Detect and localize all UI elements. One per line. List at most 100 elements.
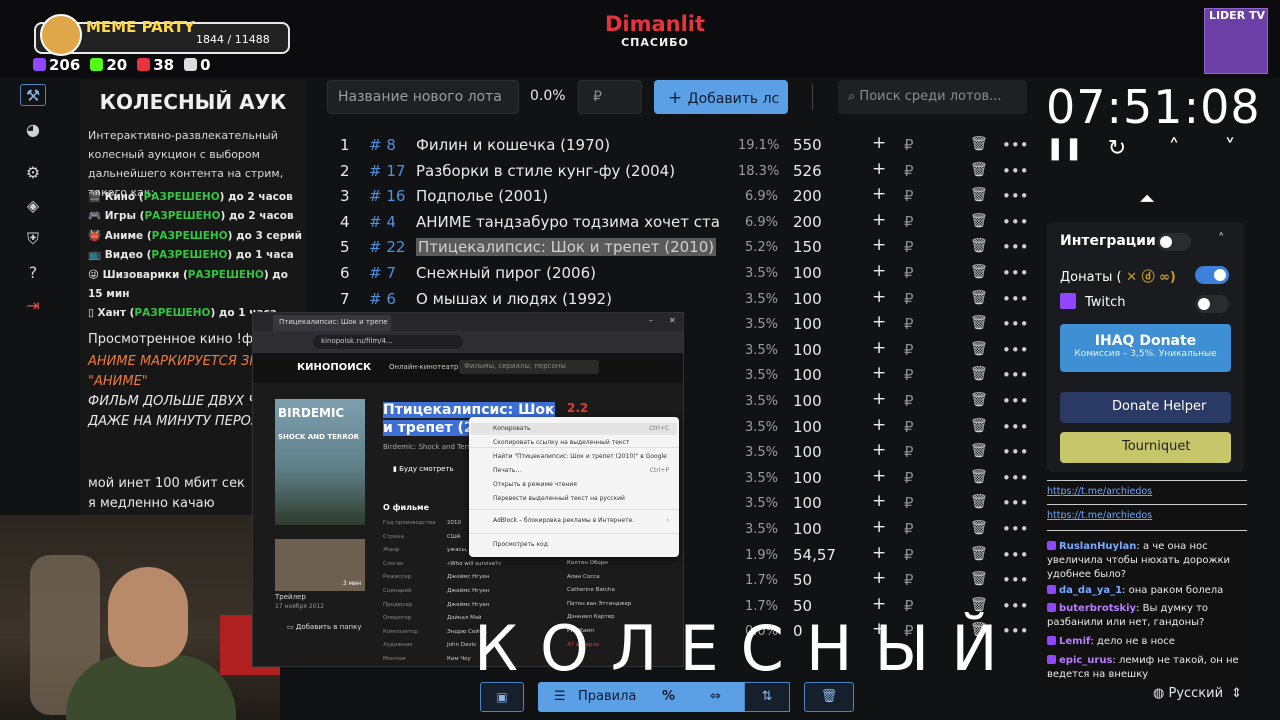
integrations-toggle[interactable] <box>1157 233 1191 251</box>
shield-check-icon[interactable]: ⛨ <box>20 228 46 250</box>
tourniquet-button[interactable]: Tourniquet <box>1060 432 1231 463</box>
ihaq-donate-button[interactable]: IHAQ Donate Комиссия – 3,5%. Уникальные <box>1060 324 1231 372</box>
chat-username[interactable]: Lemif <box>1059 636 1090 647</box>
more-icon[interactable]: ••• <box>1002 520 1029 538</box>
ruble-icon[interactable]: ₽ <box>904 520 914 538</box>
lot-name[interactable]: Подполье (2001) <box>416 187 720 205</box>
address-bar[interactable]: kinopoisk.ru/film/4... <box>313 335 463 349</box>
ruble-icon[interactable]: ₽ <box>904 264 914 282</box>
lot-amount[interactable]: 100 <box>793 290 822 308</box>
more-icon[interactable]: ••• <box>1002 469 1029 487</box>
plus-icon[interactable]: + <box>872 594 886 614</box>
ruble-icon[interactable]: ₽ <box>904 238 914 256</box>
trash-icon[interactable]: 🗑 <box>970 469 988 485</box>
more-icon[interactable]: ••• <box>1002 187 1029 205</box>
more-icon[interactable]: ••• <box>1002 366 1029 384</box>
pause-icon[interactable]: ❚❚ <box>1046 136 1083 166</box>
lot-row[interactable]: 6 # 7 Снежный пирог (2006) 3.5% 100 + ₽ 🗑 ••• <box>326 260 1032 286</box>
plus-icon[interactable]: + <box>872 287 886 307</box>
browser-tab[interactable]: Птицекалипсис: Шок и трепе <box>273 315 391 331</box>
chat-link[interactable]: https://t.me/archiedos <box>1047 510 1152 521</box>
plus-icon[interactable]: + <box>872 338 886 358</box>
context-menu-item[interactable]: Найти "Птицекалипсис: Шок и трепет (2010… <box>493 453 677 460</box>
help-icon[interactable]: ? <box>20 261 46 283</box>
context-menu-item[interactable]: Скопировать ссылку на выделенный текст <box>493 439 677 446</box>
search-input[interactable]: ⌕ Поиск среди лотов... <box>838 80 1027 114</box>
gear-icon[interactable]: ⚙ <box>20 161 46 183</box>
context-menu-item[interactable]: AdBlock – блокировка рекламы в Интернете… <box>493 517 677 524</box>
list-icon[interactable]: ☰ <box>554 689 566 704</box>
lot-amount[interactable]: 100 <box>793 315 822 333</box>
close-icon[interactable]: ✕ <box>669 316 676 325</box>
chat-username[interactable]: epic_urus <box>1059 655 1112 666</box>
lot-amount[interactable]: 150 <box>793 238 822 256</box>
donate-helper-button[interactable]: Donate Helper <box>1060 392 1231 423</box>
sort-icon[interactable]: ⇅ <box>744 682 790 712</box>
more-icon[interactable]: ••• <box>1002 546 1029 564</box>
ruble-icon[interactable]: ₽ <box>904 290 914 308</box>
plus-icon[interactable]: + <box>872 210 886 230</box>
restart-icon[interactable]: ↻ <box>1102 136 1132 166</box>
lot-amount[interactable]: 200 <box>793 187 822 205</box>
trash-icon[interactable]: 🗑 <box>970 418 988 434</box>
trash-icon[interactable]: 🗑 <box>970 315 988 331</box>
percent-toggle[interactable]: % <box>662 689 675 704</box>
clear-trash-icon[interactable]: 🗑 <box>804 682 854 712</box>
more-icon[interactable]: ••• <box>1002 418 1029 436</box>
more-icon[interactable]: ••• <box>1002 494 1029 512</box>
chevron-up-icon[interactable]: ˄ <box>1218 232 1225 247</box>
plus-icon[interactable]: + <box>872 133 886 153</box>
lot-name[interactable]: АНИМЕ тандзабуро тодзима хочет стать на <box>416 213 720 231</box>
lot-row[interactable]: 7 # 6 О мышах и людях (1992) 3.5% 100 + ₽ 🗑 ••• <box>326 286 1032 312</box>
cast-member[interactable]: Алан Сосса <box>567 571 647 585</box>
cast-member[interactable]: Catherine Batcha <box>567 584 647 598</box>
ruble-icon[interactable]: ₽ <box>904 136 914 154</box>
plus-icon[interactable]: + <box>872 184 886 204</box>
twitch-toggle[interactable] <box>1195 295 1229 313</box>
online-cinema-link[interactable]: Онлайн-кинотеатр <box>389 363 458 371</box>
more-icon[interactable]: ••• <box>1002 264 1029 282</box>
lot-name-input[interactable]: Название нового лота <box>327 80 519 114</box>
ruble-icon[interactable]: ₽ <box>904 392 914 410</box>
lot-amount[interactable]: 50 <box>793 571 812 589</box>
more-icon[interactable]: ••• <box>1002 290 1029 308</box>
trash-icon[interactable]: 🗑 <box>970 290 988 306</box>
more-icon[interactable]: ••• <box>1002 571 1029 589</box>
lot-name[interactable]: Филин и кошечка (1970) <box>416 136 720 154</box>
lot-amount[interactable]: 100 <box>793 341 822 359</box>
more-icon[interactable]: ••• <box>1002 392 1029 410</box>
lot-amount[interactable]: 526 <box>793 162 822 180</box>
rules-button[interactable]: Правила <box>578 689 636 704</box>
plus-icon[interactable]: + <box>872 466 886 486</box>
trash-icon[interactable]: 🗑 <box>970 341 988 357</box>
more-icon[interactable]: ••• <box>1002 136 1029 154</box>
ruble-icon[interactable]: ₽ <box>904 494 914 512</box>
trash-icon[interactable]: 🗑 <box>970 546 988 562</box>
plus-icon[interactable]: + <box>872 312 886 332</box>
ruble-icon[interactable]: ₽ <box>904 187 914 205</box>
lot-name[interactable]: О мышах и людях (1992) <box>416 290 720 308</box>
chevron-down-icon[interactable]: ˅ <box>1215 136 1245 166</box>
save-icon[interactable]: ▣ <box>480 682 524 712</box>
plus-icon[interactable]: + <box>872 543 886 563</box>
trash-icon[interactable]: 🗑 <box>970 213 988 229</box>
lot-row[interactable]: 1 # 8 Филин и кошечка (1970) 19.1% 550 + ₽ 🗑 ••• <box>326 132 1032 158</box>
plus-icon[interactable]: + <box>872 517 886 537</box>
context-menu-item[interactable]: Перевести выделенный текст на русский <box>493 495 677 502</box>
cast-member[interactable]: Патон ван Эттинджер <box>567 598 647 612</box>
ruble-icon[interactable]: ₽ <box>904 571 914 589</box>
minimize-icon[interactable]: – <box>649 316 653 325</box>
chevron-up-icon[interactable]: ˄ <box>1159 136 1189 166</box>
trailer-thumbnail[interactable]: 3 мин <box>275 539 365 591</box>
donations-toggle[interactable] <box>1195 266 1229 284</box>
lot-row[interactable]: 3 # 16 Подполье (2001) 6.9% 200 + ₽ 🗑 ••• <box>326 183 1032 209</box>
ruble-icon[interactable]: ₽ <box>904 366 914 384</box>
price-input[interactable]: ₽ <box>578 80 642 114</box>
lot-amount[interactable]: 100 <box>793 264 822 282</box>
ruble-icon[interactable]: ₽ <box>904 162 914 180</box>
more-icon[interactable]: ••• <box>1002 443 1029 461</box>
lot-amount[interactable]: 100 <box>793 443 822 461</box>
layers-icon[interactable]: ◈ <box>20 194 46 216</box>
context-menu-item[interactable]: Просмотреть код <box>493 541 677 548</box>
plus-icon[interactable]: + <box>872 363 886 383</box>
